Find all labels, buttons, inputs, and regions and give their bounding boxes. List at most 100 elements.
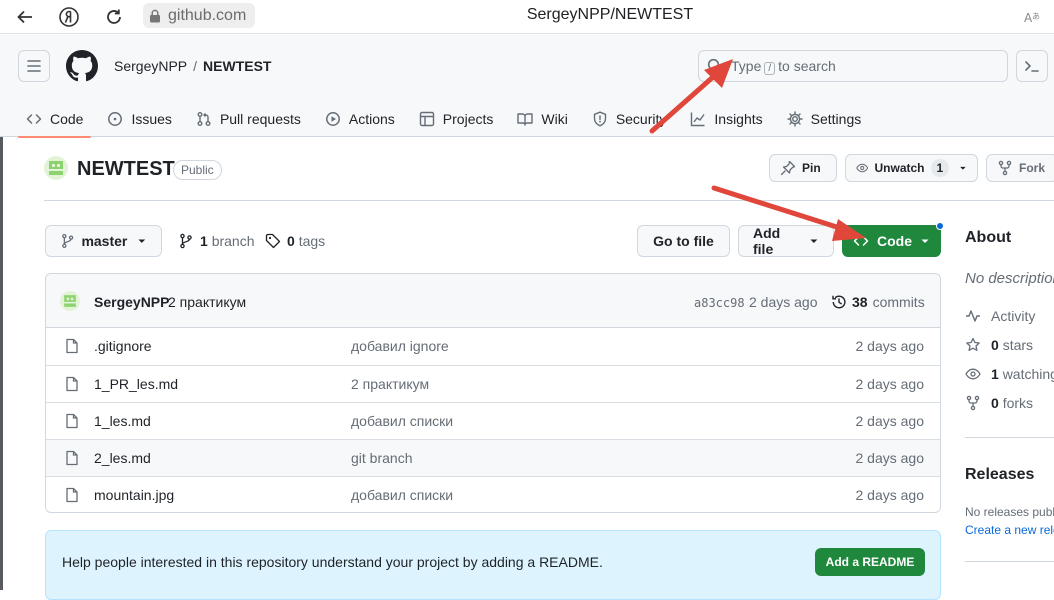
- yandex-icon[interactable]: [56, 4, 82, 30]
- tab-issues[interactable]: Issues: [99, 101, 179, 137]
- releases-heading[interactable]: Releases: [965, 466, 1034, 484]
- stars-count: 0: [991, 337, 999, 353]
- pin-button[interactable]: Pin: [769, 154, 837, 182]
- file-commit-message-link[interactable]: добавил списки: [351, 487, 453, 503]
- watching-count: 1: [991, 366, 999, 382]
- add-readme-button[interactable]: Add a README: [815, 548, 925, 576]
- tab-security[interactable]: Security: [584, 101, 675, 137]
- breadcrumb-owner-link[interactable]: SergeyNPP: [114, 58, 187, 74]
- repo-description: No description: [965, 270, 1054, 287]
- repo-navigation: Code Issues Pull requests Actions Projec…: [18, 101, 877, 138]
- tab-label: Wiki: [541, 111, 568, 127]
- notification-dot: [936, 222, 944, 230]
- code-button[interactable]: Code: [842, 225, 941, 257]
- commit-sha-link[interactable]: a83cc98: [694, 296, 745, 310]
- no-releases-text: No releases published: [965, 505, 1054, 519]
- file-commit-message-link[interactable]: добавил ignore: [351, 338, 449, 354]
- branch-name: master: [81, 233, 128, 249]
- breadcrumb-repo-link[interactable]: NEWTEST: [203, 58, 271, 74]
- sidebar-divider: [965, 437, 1054, 438]
- lock-icon: [149, 9, 161, 23]
- tab-actions[interactable]: Actions: [317, 101, 403, 137]
- tab-code[interactable]: Code: [18, 101, 92, 138]
- file-name-link[interactable]: 1_PR_les.md: [94, 376, 178, 392]
- tag-icon: [265, 233, 281, 249]
- breadcrumb-separator: /: [193, 58, 198, 74]
- file-name-link[interactable]: .gitignore: [94, 338, 152, 354]
- tab-wiki[interactable]: Wiki: [509, 101, 575, 137]
- add-file-button[interactable]: Add file: [738, 225, 834, 257]
- tab-label: Code: [50, 111, 84, 127]
- issue-icon: [108, 112, 123, 126]
- tab-pull-requests[interactable]: Pull requests: [188, 101, 309, 137]
- fork-button[interactable]: Fork: [986, 154, 1054, 182]
- caret-down-icon: [810, 239, 818, 243]
- file-commit-message-link[interactable]: добавил списки: [351, 413, 453, 429]
- tab-insights[interactable]: Insights: [682, 101, 770, 137]
- activity-link[interactable]: Activity: [965, 308, 1035, 324]
- github-logo-icon[interactable]: [66, 50, 98, 82]
- search-placeholder: Type / to search: [731, 57, 836, 75]
- star-icon: [966, 337, 980, 351]
- file-commit-message-link[interactable]: 2 практикум: [351, 376, 429, 392]
- file-icon: [66, 338, 78, 354]
- branch-count: 1: [200, 233, 208, 249]
- command-palette-button[interactable]: [1016, 50, 1048, 82]
- code-icon: [26, 114, 42, 124]
- reload-icon[interactable]: [101, 4, 127, 30]
- pin-label: Pin: [802, 161, 821, 175]
- file-icon: [66, 450, 78, 466]
- avatar[interactable]: [60, 291, 80, 311]
- watchers-link[interactable]: 1 watching: [965, 366, 1054, 382]
- pull-request-icon: [197, 112, 211, 126]
- tags-link[interactable]: 0 tags: [265, 233, 325, 249]
- commits-history-link[interactable]: 38 commits: [831, 294, 925, 310]
- tab-projects[interactable]: Projects: [411, 101, 502, 137]
- file-commit-message-link[interactable]: git branch: [351, 450, 412, 466]
- branch-icon: [180, 233, 192, 249]
- branches-link[interactable]: 1 branch: [178, 233, 255, 249]
- tag-count: 0: [287, 233, 295, 249]
- activity-label: Activity: [991, 308, 1036, 324]
- branch-select-button[interactable]: master: [45, 225, 162, 257]
- file-row[interactable]: .gitignore добавил ignore 2 days ago: [46, 328, 940, 365]
- back-icon[interactable]: [12, 4, 38, 30]
- commit-message-link[interactable]: 2 практикум: [168, 294, 246, 310]
- search-shortcut-key: /: [764, 61, 776, 75]
- add-file-label: Add file: [753, 225, 781, 257]
- file-row[interactable]: mountain.jpg добавил списки 2 days ago: [46, 476, 940, 512]
- pin-icon: [780, 160, 796, 176]
- address-bar[interactable]: github.com: [143, 3, 256, 28]
- code-icon: [853, 236, 869, 246]
- file-row[interactable]: 1_PR_les.md 2 практикум 2 days ago: [46, 365, 940, 402]
- file-list: SergeyNPP 2 практикум a83cc98 2 days ago…: [45, 273, 941, 513]
- code-label: Code: [877, 233, 912, 249]
- file-name-link[interactable]: 1_les.md: [94, 413, 151, 429]
- forks-link[interactable]: 0 forks: [965, 395, 1033, 411]
- tab-settings[interactable]: Settings: [779, 101, 870, 137]
- search-input[interactable]: Type / to search: [698, 50, 1008, 82]
- commit-time: 2 days ago: [749, 294, 818, 310]
- hamburger-menu-button[interactable]: [18, 50, 50, 82]
- create-release-link[interactable]: Create a new release: [965, 523, 1054, 537]
- unwatch-button[interactable]: Unwatch 1: [845, 154, 978, 182]
- tag-word: tags: [298, 233, 326, 249]
- search-icon: [707, 58, 723, 74]
- watch-count: 1: [930, 159, 950, 177]
- go-to-file-button[interactable]: Go to file: [637, 225, 730, 257]
- file-row[interactable]: 2_les.md git branch 2 days ago: [46, 439, 940, 476]
- commit-count: 38: [852, 294, 868, 310]
- file-icon: [66, 413, 78, 429]
- github-header: SergeyNPP / NEWTEST Type / to search Code …: [0, 35, 1054, 138]
- window-edge: [0, 137, 3, 590]
- stars-link[interactable]: 0 stars: [965, 337, 1033, 353]
- file-commit-date: 2 days ago: [855, 487, 925, 503]
- translate-icon[interactable]: Aあ: [1020, 4, 1046, 30]
- repo-title[interactable]: NEWTEST: [77, 158, 175, 181]
- commit-author-link[interactable]: SergeyNPP: [94, 294, 169, 310]
- repo-owner-avatar[interactable]: [44, 156, 68, 180]
- file-row[interactable]: 1_les.md добавил списки 2 days ago: [46, 402, 940, 439]
- file-name-link[interactable]: 2_les.md: [94, 450, 151, 466]
- file-name-link[interactable]: mountain.jpg: [94, 487, 174, 503]
- visibility-badge: Public: [173, 160, 222, 180]
